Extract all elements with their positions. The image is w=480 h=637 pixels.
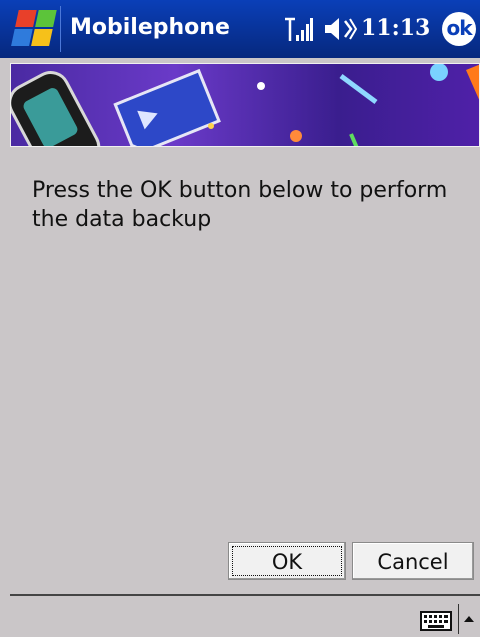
speaker-icon[interactable] <box>323 16 357 42</box>
title-separator <box>60 6 61 52</box>
windows-flag-icon[interactable] <box>4 4 58 54</box>
banner-image <box>10 63 480 147</box>
backup-message: Press the OK button below to perform the… <box>32 178 448 232</box>
keyboard-icon[interactable] <box>420 611 452 631</box>
cancel-button[interactable]: Cancel <box>352 542 474 580</box>
app-title: Mobilephone <box>70 15 230 40</box>
ok-button[interactable]: OK <box>228 542 346 580</box>
input-separator <box>458 604 459 634</box>
up-arrow-icon[interactable] <box>462 612 476 626</box>
title-bar: Mobilephone 11:13 ok <box>0 0 480 58</box>
menu-bar <box>0 596 480 637</box>
signal-strength-icon[interactable] <box>283 15 313 43</box>
clock[interactable]: 11:13 <box>361 14 430 42</box>
left-margin <box>0 58 10 637</box>
ok-icon[interactable]: ok <box>442 12 476 46</box>
banner-illustration <box>11 64 479 146</box>
